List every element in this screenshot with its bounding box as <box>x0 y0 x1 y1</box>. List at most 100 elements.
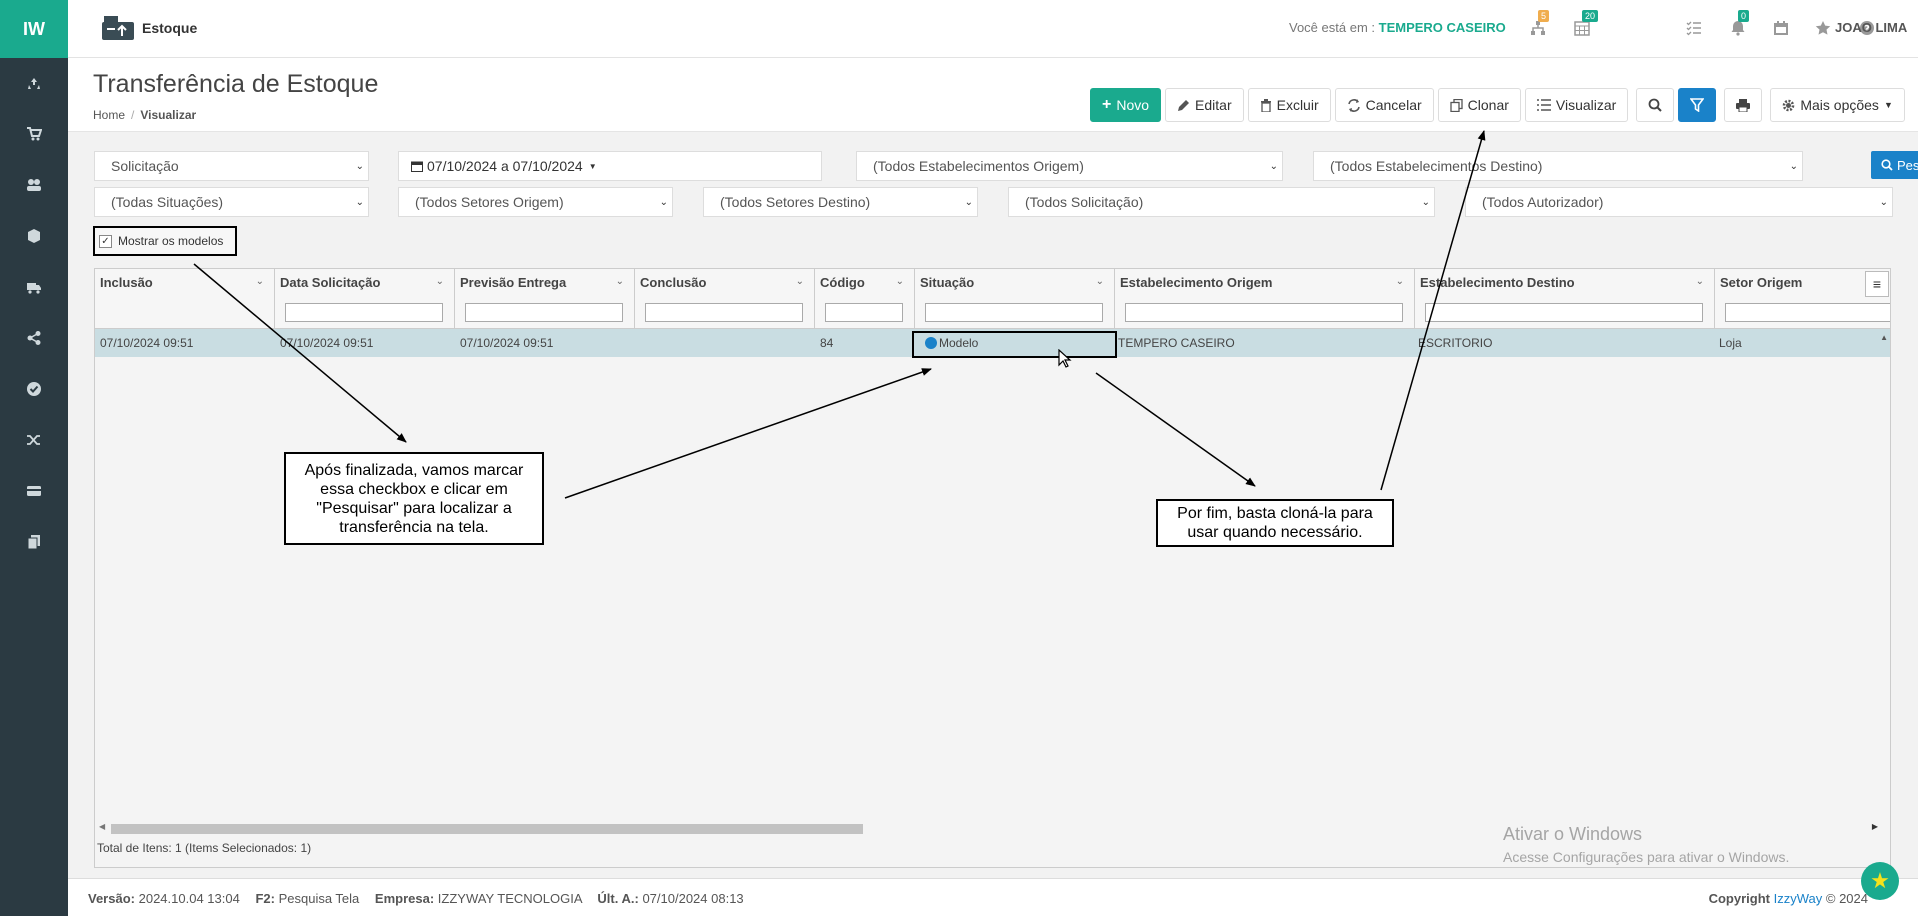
chevron-down-icon[interactable]: ⌄ <box>1096 276 1104 287</box>
breadcrumb-home[interactable]: Home <box>93 108 125 122</box>
excluir-label: Excluir <box>1276 97 1319 113</box>
scrollbar-thumb[interactable] <box>111 824 863 834</box>
chevron-down-icon[interactable]: ⌄ <box>896 276 904 287</box>
date-range-picker[interactable]: 07/10/2024 a 07/10/2024 ▼ <box>398 151 822 181</box>
estab-origem-select[interactable]: (Todos Estabelecimentos Origem) ⌄ <box>856 151 1283 181</box>
editar-button[interactable]: Editar <box>1165 88 1244 122</box>
data-grid: Inclusão ⌄ Data Solicitação ⌄ Previsão Ent… <box>94 268 1891 868</box>
col-conclusao[interactable]: Conclusão ⌄ <box>635 269 815 329</box>
bell-badge: 0 <box>1738 10 1750 22</box>
col-filter-input[interactable] <box>1425 303 1703 322</box>
pesquisar-button[interactable]: Pesquisar <box>1871 151 1918 179</box>
chevron-down-icon[interactable]: ⌄ <box>1396 276 1404 287</box>
calendar-icon[interactable] <box>1771 18 1791 38</box>
plus-icon: + <box>1102 96 1112 113</box>
cell-inclusao: 07/10/2024 09:51 <box>100 336 194 350</box>
col-title: Inclusão <box>100 275 153 290</box>
solicitacao-select[interactable]: (Todos Solicitação) ⌄ <box>1008 187 1435 217</box>
chevron-down-icon[interactable]: ⌄ <box>796 276 804 287</box>
watermark-subtitle: Acesse Configurações para ativar o Windo… <box>1503 849 1790 865</box>
users-icon[interactable] <box>22 173 46 197</box>
col-filter-input[interactable] <box>925 303 1103 322</box>
module-title[interactable]: Estoque <box>100 14 197 42</box>
module-name: Estoque <box>142 20 198 36</box>
watermark-title: Ativar o Windows <box>1503 824 1643 844</box>
favorite-star-button[interactable]: ★ <box>1861 862 1899 900</box>
chevron-down-icon[interactable]: ⌄ <box>616 276 624 287</box>
col-filter-input[interactable] <box>1725 303 1890 322</box>
excluir-button[interactable]: Excluir <box>1247 88 1331 122</box>
col-filter-input[interactable] <box>1125 303 1403 322</box>
mais-opcoes-button[interactable]: Mais opções ▼ <box>1770 88 1905 122</box>
scroll-up-icon[interactable]: ▲ <box>1880 333 1888 342</box>
truck-icon[interactable] <box>22 275 46 299</box>
cell-setor-origem: Loja <box>1719 336 1742 350</box>
clonar-button[interactable]: Clonar <box>1437 88 1521 122</box>
windows-activation-watermark: Ativar o Windows Acesse Configurações pa… <box>1503 824 1789 865</box>
chevron-down-icon[interactable]: ⌄ <box>1696 276 1704 287</box>
trash-icon <box>1260 98 1271 112</box>
cell-origem: TEMPERO CASEIRO <box>1118 336 1235 350</box>
col-title: Setor Origem <box>1720 275 1803 290</box>
versao-label: Versão: <box>88 891 135 906</box>
cancelar-label: Cancelar <box>1365 97 1422 113</box>
scroll-left-icon[interactable]: ◀ <box>99 822 105 831</box>
calendar-icon <box>411 161 423 172</box>
col-previsao-entrega[interactable]: Previsão Entrega ⌄ <box>455 269 635 329</box>
topbar: Estoque Você está em : TEMPERO CASEIRO 5… <box>68 0 1918 58</box>
scroll-right-icon[interactable]: ▶ <box>1872 822 1878 831</box>
estab-destino-select[interactable]: (Todos Estabelecimentos Destino) ⌄ <box>1313 151 1803 181</box>
cart-icon[interactable] <box>22 122 46 146</box>
shuffle-icon[interactable] <box>22 428 46 452</box>
col-codigo[interactable]: Código ⌄ <box>815 269 915 329</box>
calendar-grid-icon[interactable]: 20 <box>1572 10 1599 38</box>
col-estab-origem[interactable]: Estabelecimento Origem ⌄ <box>1115 269 1415 329</box>
copyright: Copyright IzzyWay © 2024 <box>1709 891 1868 906</box>
org-chart-icon[interactable]: 5 <box>1528 10 1550 38</box>
search-button[interactable] <box>1636 88 1675 122</box>
column-menu-icon[interactable]: ≡ <box>1865 271 1889 297</box>
col-situacao[interactable]: Situação ⌄ <box>915 269 1115 329</box>
print-button[interactable] <box>1724 88 1763 122</box>
autorizador-value: (Todos Autorizador) <box>1482 194 1604 210</box>
chevron-down-icon[interactable]: ⌄ <box>256 276 264 287</box>
visualizar-button[interactable]: Visualizar <box>1524 88 1629 122</box>
tasks-icon[interactable] <box>1684 18 1704 38</box>
filter-button[interactable] <box>1678 88 1717 122</box>
user-name[interactable]: JOAO LIMA <box>1835 20 1907 35</box>
copy-icon[interactable] <box>22 530 46 554</box>
setores-origem-select[interactable]: (Todos Setores Origem) ⌄ <box>398 187 673 217</box>
col-filter-input[interactable] <box>825 303 903 322</box>
tipo-select[interactable]: Solicitação ⌄ <box>94 151 369 181</box>
col-estab-destino[interactable]: Estabelecimento Destino ⌄ <box>1415 269 1715 329</box>
mostrar-modelos-checkbox[interactable]: ✓ Mostrar os modelos <box>93 226 237 256</box>
cancelar-button[interactable]: Cancelar <box>1334 88 1434 122</box>
location-name[interactable]: TEMPERO CASEIRO <box>1379 20 1506 35</box>
share-icon[interactable] <box>22 326 46 350</box>
copyright-link[interactable]: IzzyWay <box>1774 891 1823 906</box>
col-data-solicitacao[interactable]: Data Solicitação ⌄ <box>275 269 455 329</box>
setores-destino-select[interactable]: (Todos Setores Destino) ⌄ <box>703 187 978 217</box>
star-icon[interactable] <box>1813 18 1833 38</box>
box-icon[interactable] <box>22 224 46 248</box>
chevron-down-icon[interactable]: ⌄ <box>436 276 444 287</box>
app-logo[interactable]: IW <box>0 0 68 58</box>
page-header: Transferência de Estoque Home / Visualizar… <box>68 58 1918 132</box>
bell-icon[interactable]: 0 <box>1728 10 1750 38</box>
novo-button[interactable]: + Novo <box>1090 88 1162 122</box>
col-inclusao[interactable]: Inclusão ⌄ <box>95 269 275 329</box>
recycle-icon[interactable] <box>22 72 46 96</box>
callout-right: Por fim, basta cloná-la para usar quando… <box>1156 499 1394 547</box>
check-circle-icon[interactable] <box>22 377 46 401</box>
footer: Versão: 2024.10.04 13:04 F2: Pesquisa Te… <box>68 878 1918 916</box>
col-filter-input[interactable] <box>645 303 803 322</box>
card-icon[interactable] <box>22 479 46 503</box>
chevron-down-icon: ⌄ <box>355 160 364 172</box>
situacoes-select[interactable]: (Todas Situações) ⌄ <box>94 187 369 217</box>
ult-value: 07/10/2024 08:13 <box>642 891 744 906</box>
col-filter-input[interactable] <box>285 303 443 322</box>
checkbox-checked-icon[interactable]: ✓ <box>99 234 112 248</box>
col-filter-input[interactable] <box>465 303 623 322</box>
total-items: Total de Itens: 1 (Items Selecionados: 1… <box>97 841 312 855</box>
autorizador-select[interactable]: (Todos Autorizador) ⌄ <box>1465 187 1893 217</box>
